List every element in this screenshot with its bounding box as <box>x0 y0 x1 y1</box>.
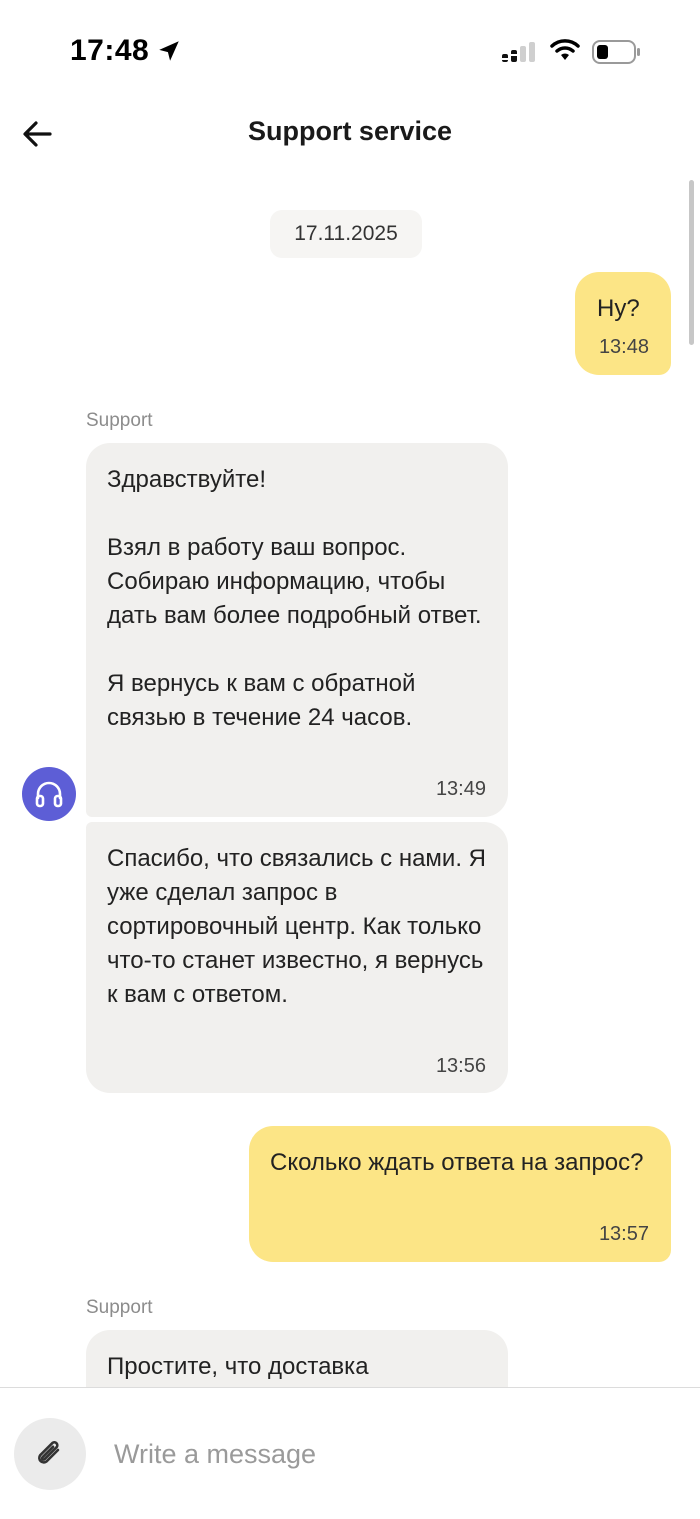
message-time: 13:49 <box>435 778 486 800</box>
status-time: 17:48 <box>70 34 150 67</box>
message-text: Спасибо, что связались с нами. Я уже сде… <box>107 845 493 1008</box>
message-time: 13:56 <box>435 1055 486 1077</box>
outgoing-message[interactable]: Ну? 13:48 <box>575 272 671 375</box>
message-composer <box>0 1387 700 1519</box>
incoming-message[interactable]: Здравствуйте! Взял в работу ваш вопрос. … <box>86 443 508 817</box>
scrollbar[interactable] <box>689 180 694 345</box>
battery-icon <box>592 40 640 64</box>
page-title: Support service <box>247 116 453 146</box>
outgoing-message[interactable]: Сколько ждать ответа на запрос? 13:57 <box>249 1126 671 1262</box>
sender-label: Support <box>86 410 153 431</box>
headphones-icon <box>35 781 63 808</box>
incoming-message[interactable]: Спасибо, что связались с нами. Я уже сде… <box>86 822 508 1093</box>
status-bar: 17:48 <box>0 0 700 100</box>
message-text: Сколько ждать ответа на запрос? <box>270 1149 644 1176</box>
message-text: Ну? <box>597 295 640 322</box>
support-avatar <box>22 767 76 821</box>
message-time: 13:57 <box>598 1223 649 1245</box>
wifi-icon <box>550 39 580 60</box>
message-text: Простите, что доставка <box>107 1353 369 1380</box>
message-input[interactable] <box>100 1428 674 1480</box>
message-text: Здравствуйте! Взял в работу ваш вопрос. … <box>107 466 482 731</box>
location-arrow-icon <box>159 41 179 61</box>
paperclip-icon <box>38 1441 60 1464</box>
attach-button[interactable] <box>14 1418 86 1490</box>
date-separator: 17.11.2025 <box>270 210 422 258</box>
chat-header: Support service <box>0 100 700 172</box>
message-time: 13:48 <box>598 336 649 358</box>
sender-label: Support <box>86 1297 153 1318</box>
cellular-signal-icon <box>502 42 535 62</box>
